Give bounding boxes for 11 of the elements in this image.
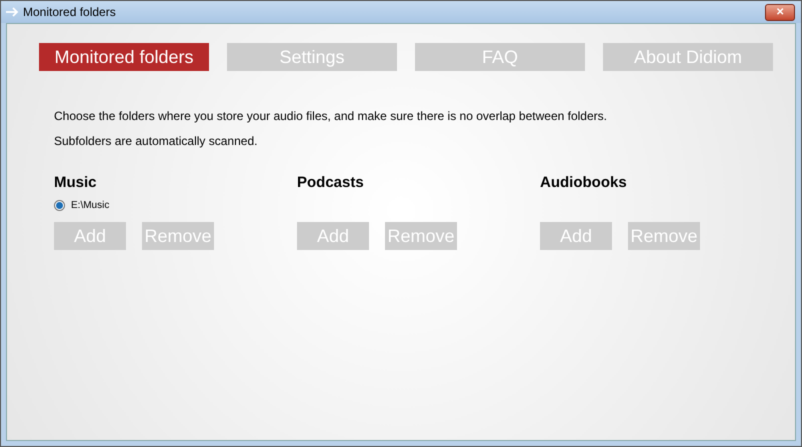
instruction-text: Subfolders are automatically scanned. <box>54 133 258 150</box>
section-heading: Music <box>54 173 98 192</box>
radio-button[interactable] <box>54 200 65 211</box>
arrow-icon <box>5 7 19 17</box>
instruction-text: Choose the folders where you store your audio files, and make sure there is no overlap between folders. <box>54 108 608 125</box>
tab[interactable]: Monitored folders <box>39 43 209 71</box>
folder-path: E:\Music <box>71 199 110 213</box>
section-heading: Podcasts <box>297 173 365 192</box>
section-heading: Audiobooks <box>540 173 628 192</box>
close-button[interactable]: ✕ <box>765 4 795 21</box>
window-title: Monitored folders <box>23 4 116 21</box>
